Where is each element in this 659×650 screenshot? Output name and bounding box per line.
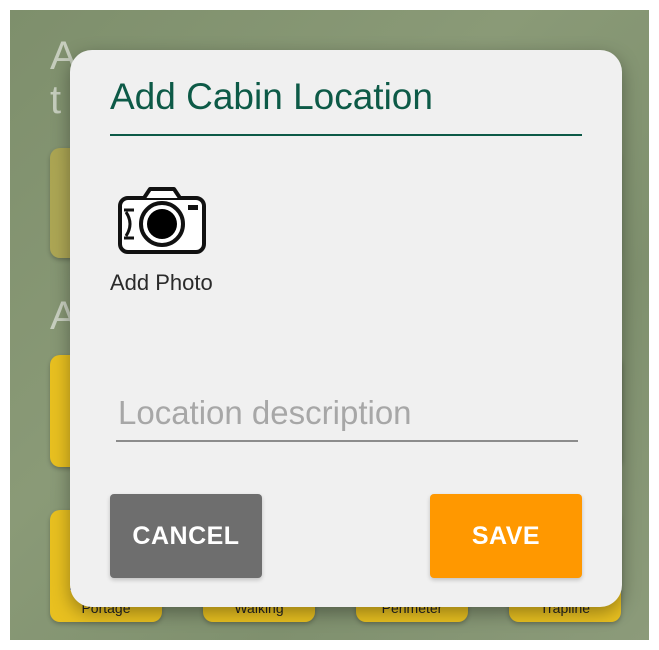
add-photo-button[interactable]: Add Photo (110, 182, 250, 302)
add-cabin-location-dialog: Add Cabin Location Add Photo CANCEL SAVE (70, 50, 622, 607)
app-background: A t A Portage Walking Perimeter Trapline… (10, 10, 649, 640)
camera-icon (118, 187, 206, 254)
save-button[interactable]: SAVE (430, 494, 582, 578)
title-divider (110, 134, 582, 136)
dialog-title: Add Cabin Location (110, 76, 433, 117)
background-heading-obscured-2: t (50, 78, 62, 122)
cancel-button[interactable]: CANCEL (110, 494, 262, 578)
location-description-input[interactable] (116, 390, 578, 442)
add-photo-label: Add Photo (110, 270, 213, 295)
